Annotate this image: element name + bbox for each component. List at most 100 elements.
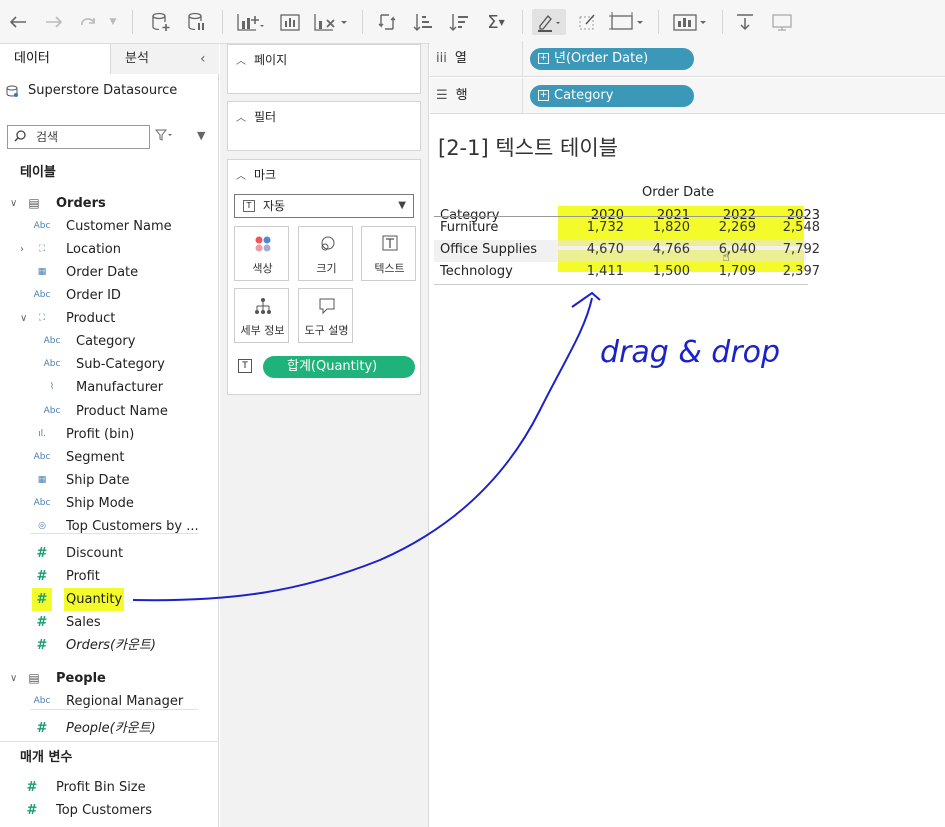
pages-card[interactable]: ︿ 페이지 bbox=[227, 44, 421, 94]
field-item[interactable]: ▦ Order Date bbox=[0, 261, 219, 284]
field-item[interactable]: ▦ Ship Date bbox=[0, 469, 219, 492]
field-item[interactable]: # People(카운트) bbox=[0, 717, 219, 740]
mark-type-dropdown[interactable]: T 자동 ▼ bbox=[234, 194, 414, 218]
table-cell[interactable]: 1,500 bbox=[638, 264, 690, 279]
chevron-down-icon[interactable]: ∨ bbox=[20, 307, 27, 330]
field-item[interactable]: Abc Product Name bbox=[0, 400, 219, 423]
field-item[interactable]: Abc Segment bbox=[0, 446, 219, 469]
group-members-icon[interactable] bbox=[574, 9, 600, 35]
datasource-item[interactable]: Superstore Datasource bbox=[0, 80, 219, 102]
download-icon[interactable] bbox=[732, 9, 758, 35]
color-button[interactable]: 색상 bbox=[234, 226, 289, 281]
new-worksheet-icon[interactable] bbox=[234, 9, 266, 35]
field-item[interactable]: Abc Order ID bbox=[0, 284, 219, 307]
table-cell[interactable]: 2,548 bbox=[768, 220, 820, 235]
table-cell[interactable]: 7,792 bbox=[768, 242, 820, 257]
expand-plus-icon: + bbox=[538, 90, 549, 101]
back-arrow-icon[interactable] bbox=[6, 9, 30, 35]
field-item[interactable]: Abc Ship Mode bbox=[0, 492, 219, 515]
size-button[interactable]: 크기 bbox=[298, 226, 353, 281]
header-divider bbox=[434, 216, 808, 217]
filter-funnel-icon[interactable] bbox=[154, 129, 173, 144]
chevron-up-icon[interactable]: ︿ bbox=[236, 171, 246, 182]
set-icon: ◎ bbox=[38, 521, 46, 531]
field-item[interactable]: # Profit bbox=[0, 565, 219, 588]
swap-rows-columns-icon[interactable] bbox=[374, 9, 400, 35]
duplicate-sheet-icon[interactable] bbox=[276, 9, 304, 35]
row-header[interactable]: Technology bbox=[440, 264, 513, 279]
field-item[interactable]: # Sales bbox=[0, 611, 219, 634]
measure-icon: # bbox=[36, 615, 48, 630]
table-cell[interactable]: 1,732 bbox=[572, 220, 624, 235]
field-item[interactable]: ıl. Profit (bin) bbox=[0, 423, 219, 446]
paused-datasource-icon[interactable] bbox=[184, 9, 210, 35]
text-button[interactable]: 텍스트 bbox=[361, 226, 416, 281]
table-cell[interactable]: 1,411 bbox=[572, 264, 624, 279]
search-input[interactable]: 검색 bbox=[7, 125, 150, 149]
tables-header: 테이블 bbox=[20, 165, 56, 180]
field-item[interactable]: # Quantity bbox=[0, 588, 219, 611]
chevron-right-icon[interactable]: › bbox=[20, 238, 24, 261]
table-cell[interactable]: 4,766 bbox=[638, 242, 690, 257]
table-cell[interactable]: 1,820 bbox=[638, 220, 690, 235]
category-pill[interactable]: + Category bbox=[530, 85, 694, 107]
table-item[interactable]: ∨ ▤ People bbox=[0, 667, 219, 690]
menu-dropdown-icon[interactable]: ▼ bbox=[197, 129, 205, 142]
tab-data[interactable]: 데이터 bbox=[0, 44, 110, 74]
detail-label: 세부 정보 bbox=[240, 324, 285, 337]
table-cell[interactable]: 6,040 bbox=[704, 242, 756, 257]
row-header[interactable]: Furniture bbox=[440, 220, 498, 235]
sort-descending-icon[interactable] bbox=[446, 9, 472, 35]
field-item[interactable]: # Profit Bin Size bbox=[0, 776, 219, 799]
forward-arrow-icon[interactable] bbox=[42, 9, 66, 35]
filters-card[interactable]: ︿ 필터 bbox=[227, 101, 421, 151]
columns-icon: iii bbox=[436, 51, 447, 66]
field-item[interactable]: # Discount bbox=[0, 542, 219, 565]
detail-button[interactable]: 세부 정보 bbox=[234, 288, 289, 343]
measure-icon: # bbox=[36, 638, 48, 653]
field-label: Ship Mode bbox=[66, 496, 134, 511]
chevron-up-icon[interactable]: ︿ bbox=[236, 56, 246, 67]
table-cell[interactable]: 1,709 bbox=[704, 264, 756, 279]
abc-icon: Abc bbox=[43, 406, 61, 416]
chevron-up-icon[interactable]: ︿ bbox=[236, 113, 246, 124]
clear-sheet-icon[interactable] bbox=[312, 9, 348, 35]
highlight-icon[interactable] bbox=[532, 9, 566, 35]
table-item[interactable]: ∨ ▤ Orders bbox=[0, 192, 219, 215]
field-item[interactable]: › ⛶ Location bbox=[0, 238, 219, 261]
data-pane: 데이터 분석 ‹ Superstore Datasource 검색 ▼ 테이블 … bbox=[0, 44, 219, 827]
size-label: 크기 bbox=[316, 262, 337, 275]
field-item[interactable]: Abc Customer Name bbox=[0, 215, 219, 238]
table-cell[interactable]: 2,397 bbox=[768, 264, 820, 279]
chevron-down-icon[interactable]: ∨ bbox=[10, 667, 17, 690]
field-item[interactable]: ◎ Top Customers by ... bbox=[0, 515, 219, 538]
presentation-icon[interactable] bbox=[768, 9, 796, 35]
measure-icon: # bbox=[26, 803, 38, 818]
show-me-icon[interactable] bbox=[670, 9, 708, 35]
pill-label: 합계(Quantity) bbox=[287, 359, 378, 374]
field-item[interactable]: # Orders(카운트) bbox=[0, 634, 219, 657]
totals-icon[interactable]: Σ ▼ bbox=[482, 9, 510, 35]
collapse-chevron-icon[interactable]: ‹ bbox=[200, 51, 206, 67]
field-item[interactable]: ∨ ⛶ Product bbox=[0, 307, 219, 330]
view-title: [2-1] 텍스트 테이블 bbox=[438, 136, 618, 160]
cards-pane: ︿ 페이지 ︿ 필터 ︿ 마크 T 자동 ▼ 색상 크기 텍스트 세부 정보 도구 설… bbox=[220, 44, 429, 827]
redo-icon[interactable] bbox=[76, 9, 102, 35]
fit-icon[interactable] bbox=[608, 9, 644, 35]
table-cell[interactable]: 4,670 bbox=[572, 242, 624, 257]
sort-ascending-icon[interactable] bbox=[410, 9, 436, 35]
field-item[interactable]: # Top Customers bbox=[0, 799, 219, 822]
datasource-name: Superstore Datasource bbox=[28, 83, 178, 98]
redo-dropdown-icon[interactable]: ▼ bbox=[106, 9, 120, 35]
table-cell[interactable]: 2,269 bbox=[704, 220, 756, 235]
new-datasource-icon[interactable] bbox=[148, 9, 174, 35]
quantity-sum-pill[interactable]: 합계(Quantity) bbox=[263, 356, 415, 378]
order-date-year-pill[interactable]: + 년(Order Date) bbox=[530, 48, 694, 70]
field-item[interactable]: Abc Category bbox=[0, 330, 219, 353]
field-label: Discount bbox=[66, 546, 124, 561]
field-item[interactable]: Abc Sub-Category bbox=[0, 353, 219, 376]
field-item[interactable]: ⌇ Manufacturer bbox=[0, 376, 219, 399]
row-header[interactable]: Office Supplies bbox=[440, 242, 537, 257]
tooltip-button[interactable]: 도구 설명 bbox=[298, 288, 353, 343]
chevron-down-icon[interactable]: ∨ bbox=[10, 192, 17, 215]
